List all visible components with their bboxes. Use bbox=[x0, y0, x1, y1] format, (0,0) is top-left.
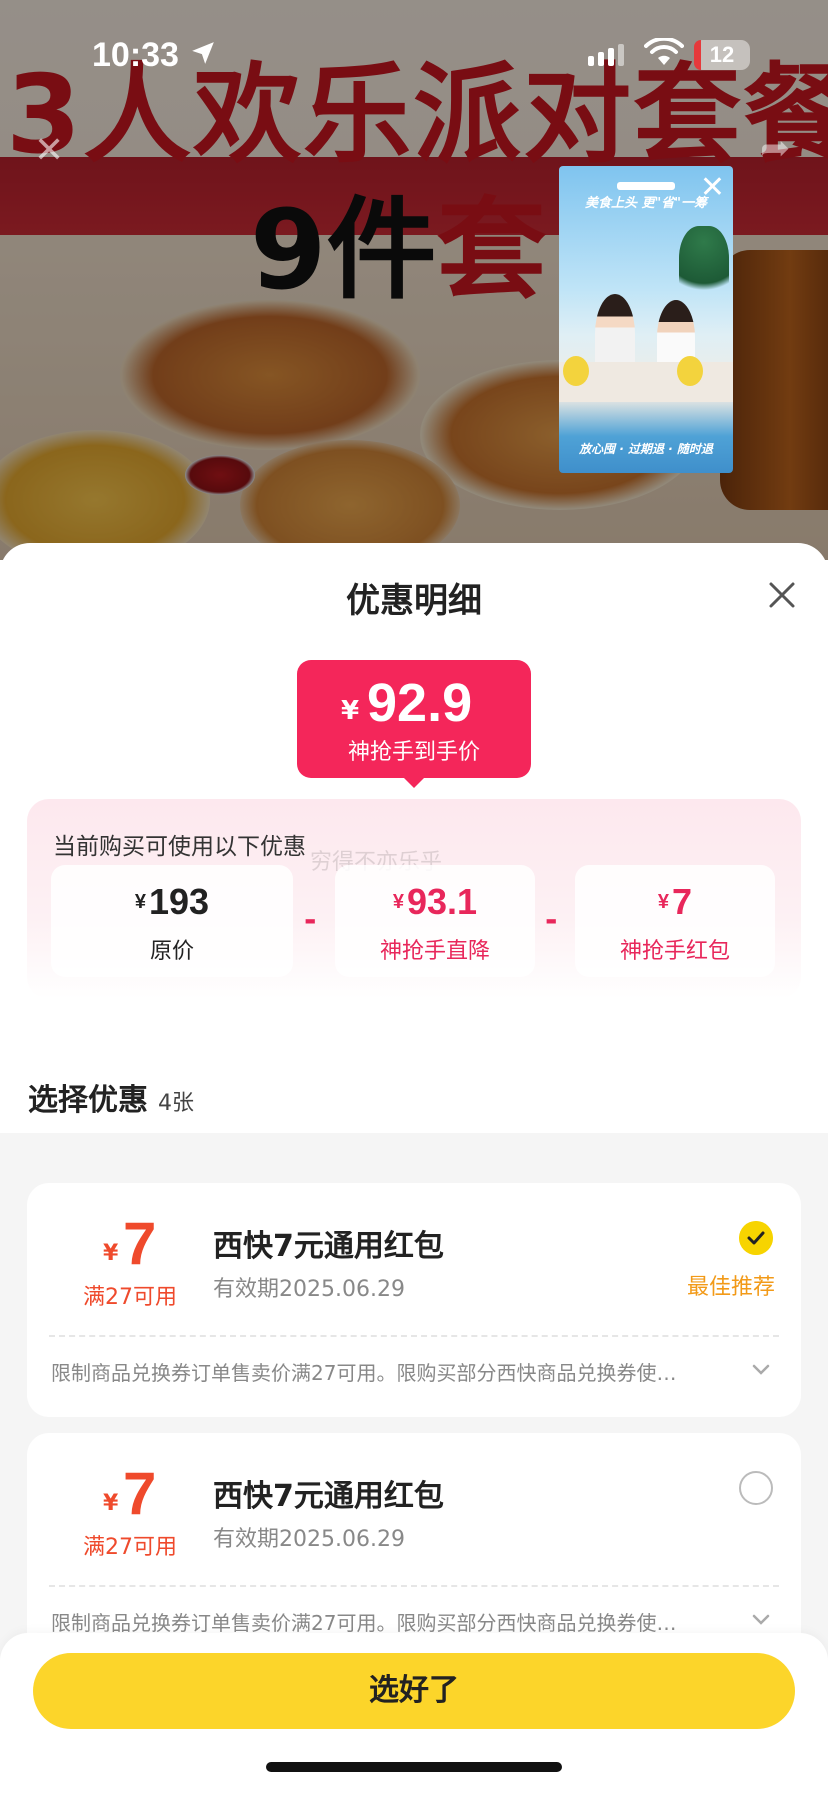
battery-icon: 12 bbox=[694, 40, 750, 70]
status-time: 10:33 bbox=[92, 36, 179, 74]
close-icon[interactable] bbox=[766, 579, 798, 611]
video-brand-logo bbox=[617, 182, 675, 190]
amount-value: 193 bbox=[149, 881, 210, 922]
home-indicator[interactable] bbox=[266, 1762, 562, 1772]
coupon-card[interactable]: ¥ 7 满27可用 西快7元通用红包 有效期2025.06.29 最佳推荐 限制… bbox=[27, 1183, 801, 1417]
coupon-card[interactable]: ¥ 7 满27可用 西快7元通用红包 有效期2025.06.29 限制商品兑换券… bbox=[27, 1433, 801, 1667]
coupon-expiry: 有效期2025.06.29 bbox=[213, 1527, 405, 1552]
final-price-value: 92.9 bbox=[367, 673, 473, 733]
radio-unchecked-icon[interactable] bbox=[739, 1471, 773, 1505]
amount-value: 93.1 bbox=[407, 881, 478, 922]
select-discount-title: 选择优惠 bbox=[28, 1083, 148, 1118]
share-icon[interactable]: ➦ bbox=[760, 128, 790, 169]
dashed-divider bbox=[49, 1335, 779, 1337]
floating-video-ad[interactable]: 美食上头 更"省"一筹 ✕ 放心囤 · 过期退 · 随时退 bbox=[559, 166, 733, 473]
discount-breakdown: 当前购买可使用以下优惠 穷得不亦乐乎 ¥193 原价 - ¥93.1 神抢手直降… bbox=[27, 799, 801, 999]
coupon-description: 限制商品兑换券订单售卖价满27可用。限购买部分西快商品兑换券使… bbox=[51, 1361, 677, 1385]
best-recommend-badge: 最佳推荐 bbox=[687, 1275, 776, 1300]
palm-tree-image bbox=[679, 226, 729, 306]
coupon-expiry: 有效期2025.06.29 bbox=[213, 1277, 405, 1302]
chevron-down-icon[interactable] bbox=[751, 1613, 771, 1627]
currency-symbol: ¥ bbox=[657, 891, 670, 913]
cellular-signal-icon bbox=[588, 44, 628, 66]
original-price-card: ¥193 原价 bbox=[51, 865, 293, 977]
discount-detail-sheet: 优惠明细 ¥ 92.9 神抢手到手价 当前购买可使用以下优惠 穷得不亦乐乎 ¥1… bbox=[0, 543, 828, 1795]
coupon-amount: 7 bbox=[123, 1460, 157, 1527]
amount-value: 7 bbox=[672, 881, 693, 922]
chevron-down-icon[interactable] bbox=[751, 1363, 771, 1377]
discount-hint: 当前购买可使用以下优惠 bbox=[53, 834, 306, 860]
video-close-icon[interactable]: ✕ bbox=[700, 170, 725, 205]
red-packet-label: 神抢手红包 bbox=[619, 939, 730, 964]
currency-symbol: ¥ bbox=[392, 891, 405, 913]
red-packet-card: ¥7 神抢手红包 bbox=[575, 865, 775, 977]
status-bar: 10:33 12 bbox=[0, 0, 828, 110]
back-close-icon[interactable]: ✕ bbox=[34, 130, 64, 171]
sheet-title: 优惠明细 bbox=[346, 581, 482, 621]
minus-operator: - bbox=[545, 903, 558, 938]
final-price-label: 神抢手到手价 bbox=[347, 740, 480, 765]
battery-fill bbox=[694, 40, 701, 70]
final-price-badge: ¥ 92.9 神抢手到手价 bbox=[297, 660, 531, 788]
coupon-description: 限制商品兑换券订单售卖价满27可用。限购买部分西快商品兑换券使… bbox=[51, 1611, 677, 1635]
currency-symbol: ¥ bbox=[134, 891, 147, 913]
confirm-button[interactable]: 选好了 bbox=[33, 1653, 795, 1729]
original-price-amount: ¥193 bbox=[51, 881, 293, 923]
coupon-condition: 满27可用 bbox=[83, 1535, 177, 1560]
minus-operator: - bbox=[304, 903, 317, 938]
coupon-currency: ¥ bbox=[103, 1491, 119, 1516]
checkmark-icon[interactable] bbox=[739, 1221, 773, 1255]
dashed-divider bbox=[49, 1585, 779, 1587]
direct-cut-amount: ¥93.1 bbox=[335, 881, 535, 923]
coupon-currency: ¥ bbox=[103, 1241, 119, 1266]
final-price-currency: ¥ bbox=[341, 696, 360, 726]
coupon-condition: 满27可用 bbox=[83, 1285, 177, 1310]
coupon-name: 西快7元通用红包 bbox=[213, 1479, 444, 1514]
bottom-action-bar: 选好了 bbox=[0, 1633, 828, 1795]
coupon-count: 4张 bbox=[158, 1091, 194, 1116]
wifi-icon bbox=[644, 38, 684, 65]
direct-cut-label: 神抢手直降 bbox=[379, 939, 490, 964]
mascot-image bbox=[677, 356, 703, 386]
video-footer-text: 放心囤 · 过期退 · 随时退 bbox=[579, 442, 713, 456]
original-price-label: 原价 bbox=[149, 939, 194, 964]
red-packet-amount: ¥7 bbox=[575, 881, 775, 923]
coupon-amount: 7 bbox=[123, 1210, 157, 1277]
mascot-image bbox=[563, 356, 589, 386]
location-arrow-icon bbox=[192, 42, 214, 64]
battery-level-text: 12 bbox=[709, 42, 735, 67]
coupon-name: 西快7元通用红包 bbox=[213, 1229, 444, 1264]
direct-cut-card: ¥93.1 神抢手直降 bbox=[335, 865, 535, 977]
